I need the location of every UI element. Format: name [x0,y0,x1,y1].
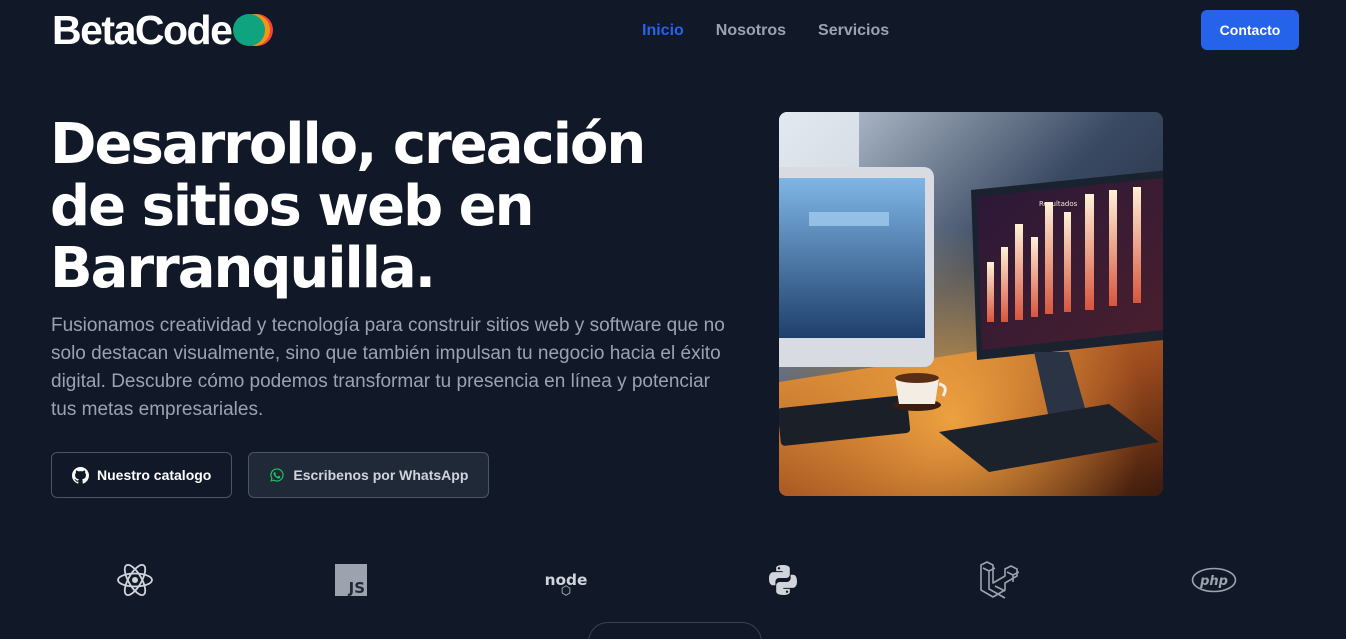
javascript-text: JS [348,579,365,596]
nav-link-servicios[interactable]: Servicios [818,20,889,42]
whatsapp-icon [270,468,284,482]
nav-link-nosotros[interactable]: Nosotros [716,20,786,42]
whatsapp-button[interactable]: Escribenos por WhatsApp [248,452,490,498]
nav-link-inicio[interactable]: Inicio [642,20,684,42]
logo-text: BetaCode [52,7,233,53]
react-icon [112,558,158,602]
logo-mark-icon [233,14,274,46]
catalog-button-label: Nuestro catalogo [97,467,212,483]
floating-toolbar[interactable] [588,622,762,639]
laravel-icon [976,558,1022,602]
php-text: php [1199,574,1228,589]
hero-description: Fusionamos creatividad y tecnología para… [51,315,725,420]
javascript-icon: JS [328,558,374,602]
image-caption: Resultados [1039,200,1078,208]
contact-button[interactable]: Contacto [1201,10,1299,50]
nodejs-icon: node [543,558,589,602]
brand-logo[interactable]: BetaCode [52,7,274,53]
hero-image: Resultados [779,112,1163,496]
tech-logos: JS node php [0,558,1346,604]
hero-title: Desarrollo, creación de sitios web en Ba… [50,112,646,301]
whatsapp-button-label: Escribenos por WhatsApp [293,467,469,483]
python-icon [760,558,806,602]
github-icon [72,466,89,484]
hero-actions: Nuestro catalogo Escribenos por WhatsApp [51,452,490,498]
catalog-button[interactable]: Nuestro catalogo [51,452,233,498]
php-icon: php [1191,558,1237,602]
main-nav: Inicio Nosotros Servicios [642,20,889,42]
